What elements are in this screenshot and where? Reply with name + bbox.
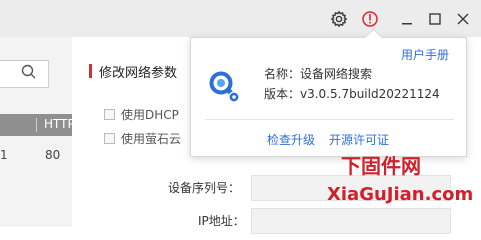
about-popup: 用户手册 名称：设备网络搜索 版本：v3.0.5.7build20221124 … [190, 28, 467, 157]
gear-icon[interactable] [328, 8, 350, 30]
license-link[interactable]: 开源许可证 [329, 131, 389, 148]
close-icon[interactable] [452, 8, 474, 30]
minimize-icon[interactable] [396, 8, 418, 30]
app-name: 名称：设备网络搜索 [264, 67, 373, 81]
title-bar [0, 0, 481, 37]
check-update-link[interactable]: 检查升级 [267, 131, 315, 148]
dhcp-label: 使用DHCP [121, 108, 179, 122]
serial-label: 设备序列号： [168, 181, 241, 195]
dhcp-checkbox[interactable] [104, 109, 115, 120]
ip-address-label: IP地址： [198, 214, 245, 228]
column-header-http[interactable]: HTTP [44, 117, 75, 131]
ezviz-label: 使用萤石云 [121, 132, 182, 146]
maximize-icon[interactable] [424, 8, 446, 30]
table-cell-ip-suffix: 1 [0, 148, 8, 162]
device-table-header: HTTP [0, 114, 75, 136]
section-accent-bar [89, 64, 92, 78]
watermark-en: XiaGuJian.com [327, 184, 474, 205]
popup-divider [205, 119, 454, 120]
info-icon[interactable] [359, 8, 381, 30]
ezviz-checkbox[interactable] [104, 133, 115, 144]
app-logo-icon [205, 68, 243, 110]
table-cell-http-port: 80 [45, 148, 61, 162]
section-title: 修改网络参数 [99, 66, 178, 81]
app-version: 版本：v3.0.5.7build20221124 [264, 87, 440, 101]
ip-address-field[interactable] [251, 208, 451, 234]
watermark-cn: 下固件网 [341, 154, 421, 178]
user-manual-link[interactable]: 用户手册 [401, 46, 449, 63]
search-icon[interactable] [20, 63, 38, 85]
column-divider [36, 118, 37, 132]
